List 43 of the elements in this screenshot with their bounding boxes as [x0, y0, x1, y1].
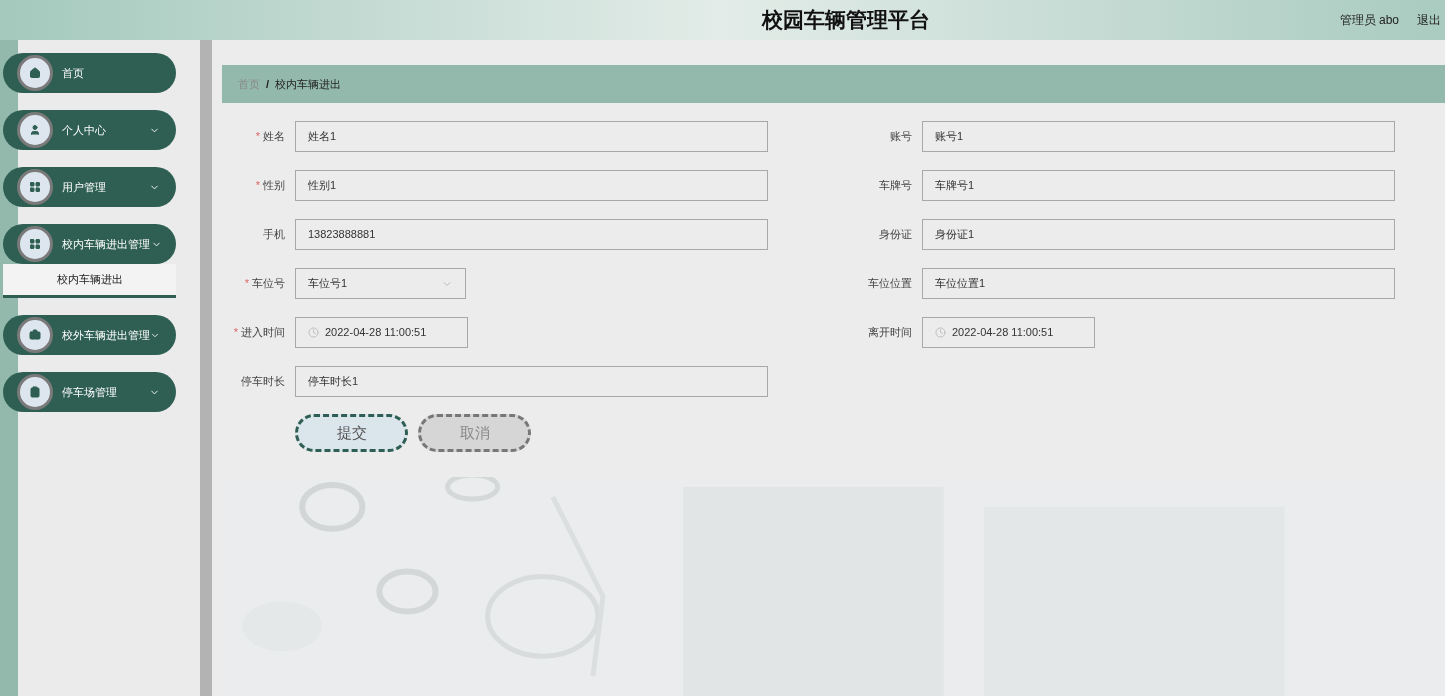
- grid-icon: [29, 181, 41, 193]
- field-label: 手机: [263, 227, 285, 243]
- sidebar-item[interactable]: 校外车辆进出管理: [3, 315, 176, 355]
- input-field[interactable]: 停车时长1: [295, 366, 768, 397]
- submenu-item[interactable]: 校内车辆进出: [3, 264, 176, 298]
- submit-button[interactable]: 提交: [295, 414, 408, 452]
- field-label: * 进入时间: [233, 325, 285, 341]
- input-field[interactable]: 性别1: [295, 170, 768, 201]
- clock-icon: [935, 327, 946, 338]
- logout-link[interactable]: 退出: [1417, 11, 1441, 29]
- field-label: 身份证: [879, 227, 912, 243]
- input-field[interactable]: 身份证1: [922, 219, 1395, 250]
- field-label: 账号: [890, 129, 912, 145]
- select-field[interactable]: 车位号1: [295, 268, 466, 299]
- field-label: * 姓名: [255, 129, 285, 145]
- sidebar-item[interactable]: 个人中心: [3, 110, 176, 150]
- field-label: 停车时长: [241, 374, 285, 390]
- sidebar-item[interactable]: 停车场管理: [3, 372, 176, 412]
- user-name: 管理员 abo: [1339, 12, 1399, 29]
- home-icon: [29, 67, 41, 79]
- input-field[interactable]: 13823888881: [295, 219, 768, 250]
- user-icon: [29, 124, 41, 136]
- input-field[interactable]: 车位位置1: [922, 268, 1395, 299]
- field-label: 车牌号: [879, 178, 912, 194]
- grid-icon: [29, 238, 41, 250]
- field-label: 车位位置: [868, 276, 912, 292]
- input-field[interactable]: 姓名1: [295, 121, 768, 152]
- sidebar-item[interactable]: 首页: [3, 53, 176, 93]
- breadcrumb-current: 校内车辆进出: [275, 76, 342, 92]
- sidebar-item[interactable]: 用户管理: [3, 167, 176, 207]
- app-title: 校园车辆管理平台: [761, 7, 930, 34]
- field-label: 离开时间: [868, 325, 912, 341]
- input-field[interactable]: 账号1: [922, 121, 1395, 152]
- clock-icon: [308, 327, 319, 338]
- date-field[interactable]: 2022-04-28 11:00:51: [922, 317, 1095, 348]
- sidebar-item[interactable]: 校内车辆进出管理: [3, 224, 176, 264]
- field-label: * 车位号: [244, 276, 285, 292]
- clipboard-icon: [29, 386, 41, 398]
- breadcrumb-separator: /: [266, 76, 270, 92]
- date-field[interactable]: 2022-04-28 11:00:51: [295, 317, 468, 348]
- briefcase-icon: [29, 329, 41, 341]
- input-field[interactable]: 车牌号1: [922, 170, 1395, 201]
- field-label: * 性别: [255, 178, 285, 194]
